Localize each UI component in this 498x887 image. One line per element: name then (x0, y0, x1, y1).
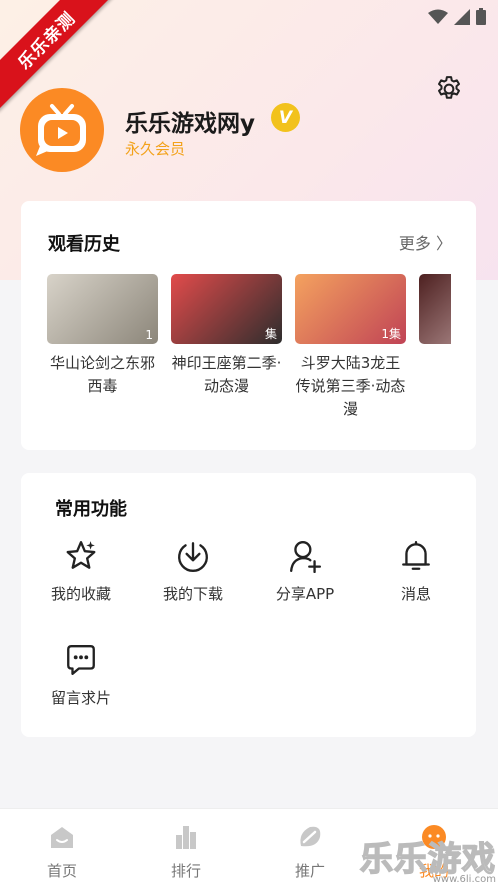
bell-icon (402, 541, 430, 570)
episode-badge: 集 (264, 327, 277, 341)
tv-play-icon (36, 104, 86, 156)
bottom-tab-bar: 首页 排行 推广 我的 乐乐游戏 www.6li.com (0, 808, 498, 887)
history-more-link[interactable]: 更多 〉 (399, 230, 452, 254)
message-icon (67, 645, 95, 675)
battery-icon (476, 8, 486, 25)
tab-promote[interactable]: 推广 (248, 809, 372, 887)
history-item-title: 公子义 (419, 352, 451, 375)
history-item[interactable]: 公子义 (419, 274, 451, 421)
history-item-title: 华山论剑之东邪西毒 (49, 354, 155, 395)
tab-home-label: 首页 (46, 862, 77, 880)
messages-label: 消息 (400, 585, 431, 603)
history-item[interactable]: 集神印王座第二季·动态漫 (171, 274, 282, 421)
profile-name: 乐乐游戏网y (125, 111, 255, 137)
tab-ranking[interactable]: 排行 (124, 809, 248, 887)
history-title: 观看历史 (48, 234, 120, 255)
share-app-label: 分享APP (275, 585, 335, 603)
request-movie-label: 留言求片 (50, 689, 111, 707)
tab-ranking-label: 排行 (170, 862, 201, 880)
functions-title: 常用功能 (55, 499, 127, 520)
request-movie-button[interactable]: 留言求片 (26, 643, 136, 708)
watch-history-card: 观看历史 更多 〉 1 华山论剑之东邪西毒集神印王座第二季·动态漫 1集 斗罗大陆3龙… (21, 201, 476, 450)
downloads-button[interactable]: 我的下载 (138, 539, 248, 604)
history-list: 1 华山论剑之东邪西毒集神印王座第二季·动态漫 1集 斗罗大陆3龙王传说第三季·动态漫… (47, 274, 451, 421)
common-functions-card: 常用功能 我的收藏 我的下载 分享APP 消息 留言求片 (21, 473, 476, 737)
chart-icon (176, 826, 196, 849)
share-app-button[interactable]: 分享APP (250, 539, 360, 604)
downloads-label: 我的下载 (162, 585, 223, 603)
messages-button[interactable]: 消息 (361, 539, 471, 604)
site-watermark: 乐乐游戏 www.6li.com (359, 832, 496, 885)
history-item[interactable]: 1集斗罗大陆3龙王传说第三季·动态漫 (295, 274, 406, 421)
avatar[interactable] (20, 88, 104, 172)
home-icon (51, 827, 73, 848)
promote-icon (300, 826, 321, 847)
vip-badge: V (271, 103, 300, 132)
settings-gear-icon[interactable] (434, 74, 464, 104)
watermark-text: 乐乐游戏 (359, 838, 496, 879)
download-icon (178, 542, 208, 572)
wifi-icon (428, 9, 448, 24)
tab-home[interactable]: 首页 (0, 809, 124, 887)
history-item[interactable]: 1 华山论剑之东邪西毒 (47, 274, 158, 421)
history-thumbnail: 1 (47, 274, 158, 344)
tab-promote-label: 推广 (294, 862, 325, 880)
share-user-icon (290, 541, 322, 574)
favorites-label: 我的收藏 (50, 585, 111, 603)
membership-status: 永久会员 (125, 140, 186, 158)
episode-badge: 1 (145, 328, 153, 342)
favorites-button[interactable]: 我的收藏 (26, 539, 136, 604)
history-item-title: 斗罗大陆3龙王传说第三季·动态漫 (295, 354, 406, 418)
history-thumbnail: 集 (171, 274, 282, 344)
history-thumbnail (419, 274, 451, 344)
episode-badge: 1集 (381, 327, 401, 341)
history-thumbnail: 1集 (295, 274, 406, 344)
signal-icon (454, 8, 470, 25)
history-item-title: 神印王座第二季·动态漫 (171, 354, 282, 395)
star-icon (66, 541, 96, 569)
